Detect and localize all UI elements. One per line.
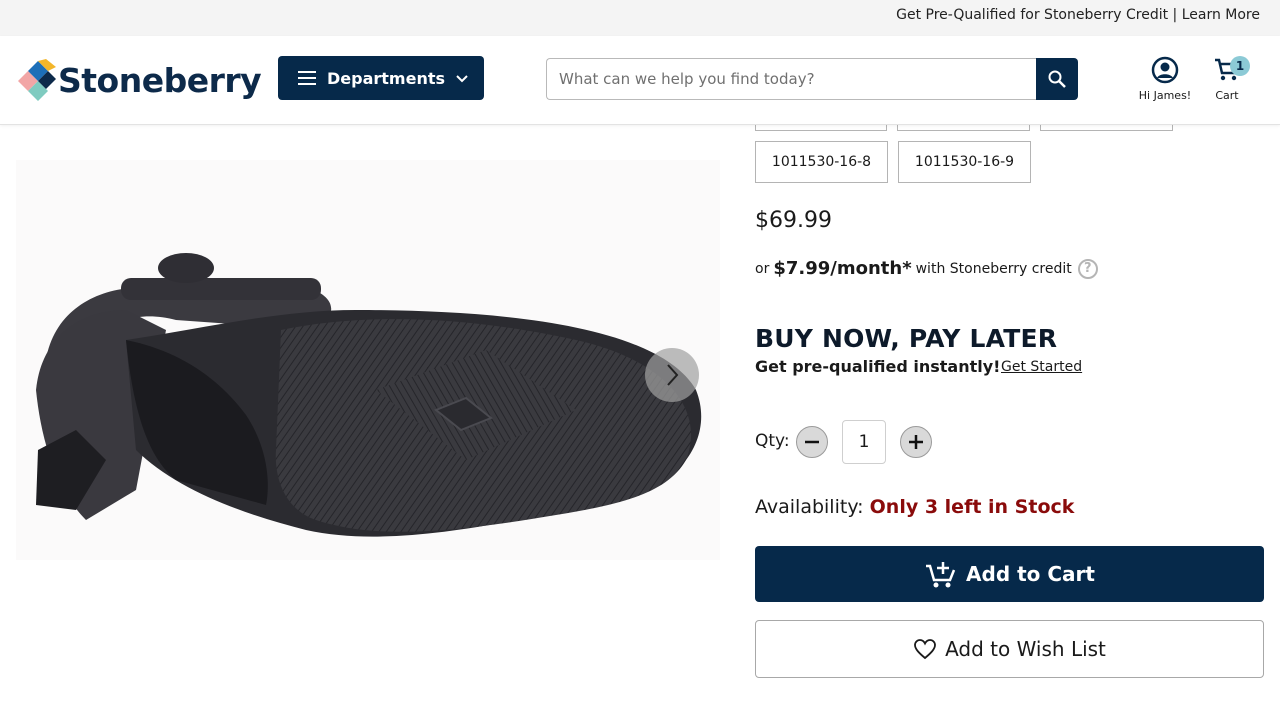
quantity-label: Qty: <box>755 431 790 451</box>
next-image-button[interactable] <box>645 348 699 402</box>
stock-status: Only 3 left in Stock <box>869 496 1075 518</box>
cart-count-badge: 1 <box>1230 56 1250 76</box>
search-bar <box>546 58 1078 100</box>
add-cart-icon <box>926 562 956 588</box>
availability-label: Availability: <box>755 496 864 518</box>
quantity-increase-button[interactable] <box>900 426 932 458</box>
chevron-down-icon <box>456 75 468 83</box>
product-price: $69.99 <box>755 208 832 233</box>
account-label: Hi James! <box>1138 89 1192 102</box>
help-icon[interactable]: ? <box>1077 258 1098 279</box>
credit-suffix: with Stoneberry credit <box>915 260 1072 277</box>
bnpl-subtitle: Get pre-qualified instantly! <box>755 357 1001 376</box>
add-to-cart-label: Add to Cart <box>966 562 1095 586</box>
promo-link[interactable]: Get Pre-Qualified for Stoneberry Credit … <box>896 7 1260 23</box>
credit-offer: or $7.99/month* with Stoneberry credit ? <box>755 258 1098 279</box>
plus-icon <box>909 435 923 449</box>
add-to-cart-button[interactable]: Add to Cart <box>755 546 1264 602</box>
departments-label: Departments <box>327 68 446 88</box>
product-image <box>16 160 720 560</box>
sku-option[interactable]: 1011530-16-9 <box>898 141 1031 183</box>
stoneberry-logo[interactable]: Stoneberry <box>16 58 262 102</box>
logo-text: Stoneberry <box>58 60 262 100</box>
search-button[interactable] <box>1036 58 1078 100</box>
user-circle-icon <box>1151 56 1179 84</box>
cart-button[interactable]: 1 Cart <box>1208 56 1250 108</box>
site-header: Stoneberry Departments Hi James! 1 Ca <box>0 36 1280 125</box>
logo-mark-icon <box>18 59 56 101</box>
add-to-wishlist-button[interactable]: Add to Wish List <box>755 620 1264 678</box>
heart-icon <box>914 639 936 660</box>
bnpl-title: BUY NOW, PAY LATER <box>755 324 1058 353</box>
search-input[interactable] <box>546 58 1038 100</box>
add-to-wishlist-label: Add to Wish List <box>945 637 1106 661</box>
promo-bar: Get Pre-Qualified for Stoneberry Credit … <box>0 0 1280 36</box>
minus-icon <box>805 440 819 444</box>
quantity-decrease-button[interactable] <box>796 426 828 458</box>
quantity-input[interactable] <box>842 420 886 464</box>
sku-option[interactable]: 1011530-16-8 <box>755 141 888 183</box>
search-icon <box>1048 70 1066 88</box>
get-started-link[interactable]: Get Started <box>1001 359 1082 375</box>
account-menu[interactable]: Hi James! <box>1134 56 1196 108</box>
monthly-price: $7.99/month* <box>773 258 912 279</box>
cart-label: Cart <box>1215 89 1239 102</box>
credit-prefix: or <box>755 260 770 277</box>
chevron-right-icon <box>667 364 679 386</box>
availability: Availability: Only 3 left in Stock <box>755 496 1074 518</box>
menu-icon <box>298 71 316 85</box>
departments-button[interactable]: Departments <box>278 56 484 100</box>
